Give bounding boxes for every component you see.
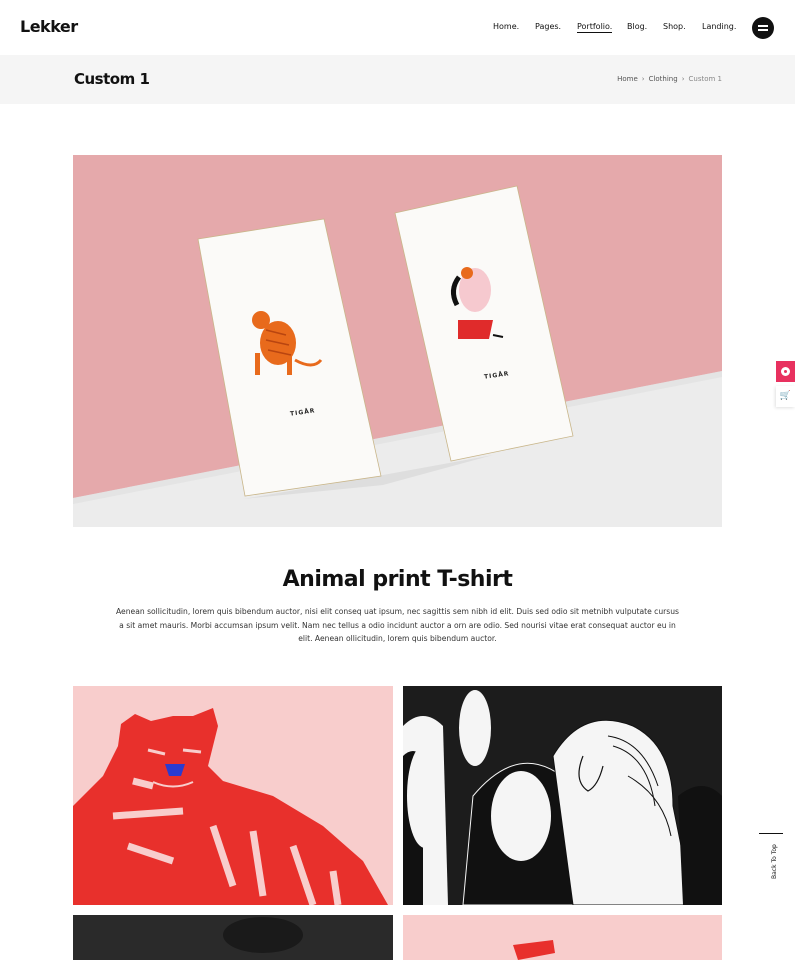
demo-widget-button[interactable]	[776, 361, 795, 382]
site-header: Lekker Home. Pages. Portfolio. Blog. Sho…	[0, 0, 795, 55]
hamburger-menu-button[interactable]	[752, 17, 774, 39]
back-to-top-line	[759, 833, 783, 834]
project-description: Aenean sollicitudin, lorem quis bibendum…	[115, 607, 680, 643]
pink-artwork	[403, 915, 722, 960]
back-to-top-button[interactable]: Back To Top	[759, 833, 783, 889]
tiger-artwork	[73, 686, 393, 905]
gallery-image-dark[interactable]	[73, 915, 393, 960]
dark-artwork	[73, 915, 393, 960]
gallery-image-crowd[interactable]	[403, 686, 722, 905]
breadcrumb-current: Custom 1	[688, 75, 723, 83]
chevron-right-icon: ›	[681, 75, 685, 83]
page-title: Custom 1	[74, 70, 150, 88]
chevron-right-icon: ›	[641, 75, 645, 83]
breadcrumb-clothing[interactable]: Clothing	[649, 75, 678, 83]
gallery-image-tiger[interactable]	[73, 686, 393, 905]
nav-blog[interactable]: Blog.	[627, 22, 647, 31]
gallery-image-pink[interactable]	[403, 915, 722, 960]
hero-scene	[73, 155, 722, 527]
nav-home[interactable]: Home.	[493, 22, 519, 31]
site-logo[interactable]: Lekker	[20, 17, 78, 36]
hamburger-icon-line	[758, 29, 768, 31]
cart-icon: 🛒	[779, 391, 792, 401]
breadcrumb: Home › Clothing › Custom 1	[617, 75, 722, 83]
nav-pages[interactable]: Pages.	[535, 22, 561, 31]
crowd-artwork	[403, 686, 722, 905]
breadcrumb-home[interactable]: Home	[617, 75, 638, 83]
hero-image: TIGÅR TIGÅR	[73, 155, 722, 527]
back-to-top-label: Back To Top	[771, 844, 778, 879]
page-title-bar: Custom 1 Home › Clothing › Custom 1	[0, 55, 795, 104]
nav-landing[interactable]: Landing.	[702, 22, 736, 31]
nav-shop[interactable]: Shop.	[663, 22, 686, 31]
cart-widget-button[interactable]: 🛒	[776, 386, 795, 407]
demo-icon	[781, 367, 790, 376]
nav-portfolio[interactable]: Portfolio.	[577, 22, 613, 33]
project-title: Animal print T-shirt	[282, 567, 513, 592]
hamburger-icon	[758, 25, 768, 27]
